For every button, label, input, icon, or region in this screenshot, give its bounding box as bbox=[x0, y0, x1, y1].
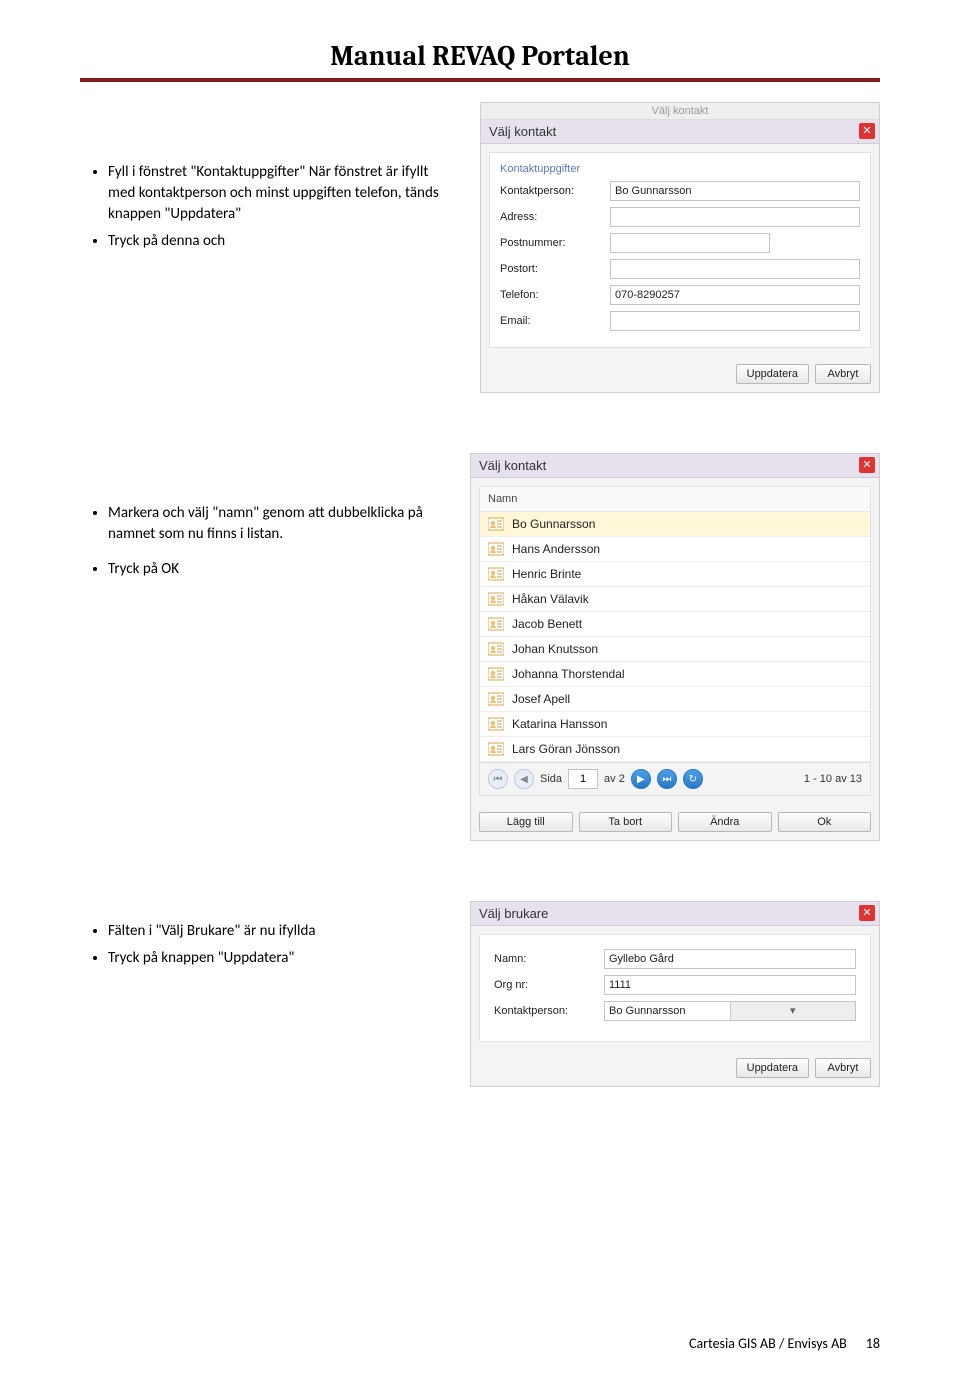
pager-range: 1 - 10 av 13 bbox=[804, 773, 862, 785]
close-icon[interactable]: ✕ bbox=[859, 905, 875, 921]
bullet: Tryck på denna och bbox=[108, 231, 450, 252]
ta-bort-button[interactable]: Ta bort bbox=[579, 812, 673, 832]
close-icon[interactable]: ✕ bbox=[859, 123, 875, 139]
pager-last-icon[interactable]: ⏭ bbox=[657, 769, 677, 789]
section2-instructions: Markera och välj "namn" genom att dubbel… bbox=[80, 453, 450, 841]
contact-card-icon bbox=[488, 742, 504, 756]
bullet: Markera och välj "namn" genom att dubbel… bbox=[108, 503, 440, 545]
contact-card-icon bbox=[488, 667, 504, 681]
contact-card-icon bbox=[488, 692, 504, 706]
bullet: Fälten i "Välj Brukare" är nu ifyllda bbox=[108, 921, 440, 942]
section1-instructions: Fyll i fönstret "Kontaktuppgifter" När f… bbox=[80, 112, 460, 393]
email-label: Email: bbox=[500, 315, 610, 327]
avbryt-button[interactable]: Avbryt bbox=[815, 364, 871, 384]
contact-name: Lars Göran Jönsson bbox=[512, 742, 620, 756]
contact-card-icon bbox=[488, 717, 504, 731]
kontaktperson-label: Kontaktperson: bbox=[494, 1005, 604, 1017]
title-divider bbox=[80, 78, 880, 82]
lagg-till-button[interactable]: Lägg till bbox=[479, 812, 573, 832]
orgnr-label: Org nr: bbox=[494, 979, 604, 991]
contact-name: Bo Gunnarsson bbox=[512, 517, 595, 531]
bullet: Tryck på knappen "Uppdatera" bbox=[108, 948, 440, 969]
page-footer: Cartesia GIS AB / Envisys AB 18 bbox=[689, 1335, 880, 1352]
kontaktperson-label: Kontaktperson: bbox=[500, 185, 610, 197]
pager-av-label: av 2 bbox=[604, 773, 625, 785]
pager-first-icon[interactable]: ⏮ bbox=[488, 769, 508, 789]
section3-instructions: Fälten i "Välj Brukare" är nu ifyllda Tr… bbox=[80, 901, 450, 975]
adress-label: Adress: bbox=[500, 211, 610, 223]
contact-list-row[interactable]: Lars Göran Jönsson bbox=[480, 737, 870, 762]
postort-label: Postort: bbox=[500, 263, 610, 275]
bullet: Tryck på OK bbox=[108, 559, 440, 580]
contact-list-row[interactable]: Bo Gunnarsson bbox=[480, 512, 870, 537]
pager-sida-label: Sida bbox=[540, 773, 562, 785]
dialog-title: Välj brukare bbox=[479, 906, 548, 921]
list-column-header: Namn bbox=[480, 487, 870, 512]
fieldset-legend: Kontaktuppgifter bbox=[500, 163, 860, 175]
andra-button[interactable]: Ändra bbox=[678, 812, 772, 832]
dialog-title-bar: Välj kontakt ✕ bbox=[481, 120, 879, 144]
email-input[interactable] bbox=[610, 311, 860, 331]
dialog-title-bar: Välj brukare ✕ bbox=[471, 902, 879, 926]
kontaktperson-input[interactable] bbox=[610, 181, 860, 201]
contact-card-icon bbox=[488, 642, 504, 656]
contact-name: Johan Knutsson bbox=[512, 642, 598, 656]
contact-list-row[interactable]: Katarina Hansson bbox=[480, 712, 870, 737]
contact-card-icon bbox=[488, 542, 504, 556]
contact-list-row[interactable]: Jacob Benett bbox=[480, 612, 870, 637]
avbryt-button[interactable]: Avbryt bbox=[815, 1058, 871, 1078]
contact-card-icon bbox=[488, 517, 504, 531]
brukare-dialog: Välj brukare ✕ Namn: Org nr: Kontaktpers… bbox=[470, 901, 880, 1087]
kontakt-dialog-list: Välj kontakt ✕ Namn Bo Gunnarsson Hans An… bbox=[470, 453, 880, 841]
close-icon[interactable]: ✕ bbox=[859, 457, 875, 473]
dialog-title-bar: Välj kontakt ✕ bbox=[471, 454, 879, 478]
namn-label: Namn: bbox=[494, 953, 604, 965]
bullet: Fyll i fönstret "Kontaktuppgifter" När f… bbox=[108, 162, 450, 225]
telefon-input[interactable] bbox=[610, 285, 860, 305]
contact-name: Håkan Välavik bbox=[512, 592, 589, 606]
contact-list-row[interactable]: Hans Andersson bbox=[480, 537, 870, 562]
contact-card-icon bbox=[488, 567, 504, 581]
contact-name: Hans Andersson bbox=[512, 542, 600, 556]
contact-name: Henric Brinte bbox=[512, 567, 581, 581]
contact-list-row[interactable]: Josef Apell bbox=[480, 687, 870, 712]
adress-input[interactable] bbox=[610, 207, 860, 227]
contact-list-row[interactable]: Johan Knutsson bbox=[480, 637, 870, 662]
orgnr-input[interactable] bbox=[604, 975, 856, 995]
kontakt-dialog-edit: Välj kontakt Välj kontakt ✕ Kontaktuppgi… bbox=[480, 102, 880, 393]
contact-list-row[interactable]: Johanna Thorstendal bbox=[480, 662, 870, 687]
contact-list-row[interactable]: Håkan Välavik bbox=[480, 587, 870, 612]
contact-name: Johanna Thorstendal bbox=[512, 667, 625, 681]
contact-name: Katarina Hansson bbox=[512, 717, 607, 731]
uppdatera-button[interactable]: Uppdatera bbox=[736, 364, 809, 384]
kontaktperson-select[interactable]: Bo Gunnarsson ▾ bbox=[604, 1001, 856, 1021]
pager-page-input[interactable] bbox=[568, 769, 598, 789]
postnummer-label: Postnummer: bbox=[500, 237, 610, 249]
dialog-title: Välj kontakt bbox=[489, 124, 556, 139]
postort-input[interactable] bbox=[610, 259, 860, 279]
postnummer-input[interactable] bbox=[610, 233, 770, 253]
contact-list-row[interactable]: Henric Brinte bbox=[480, 562, 870, 587]
pager: ⏮ ◀ Sida av 2 ▶ ⏭ ↻ 1 - 10 av 13 bbox=[480, 762, 870, 795]
select-value: Bo Gunnarsson bbox=[605, 1005, 730, 1017]
pager-next-icon[interactable]: ▶ bbox=[631, 769, 651, 789]
namn-input[interactable] bbox=[604, 949, 856, 969]
contact-card-icon bbox=[488, 617, 504, 631]
ghost-header: Välj kontakt bbox=[481, 103, 879, 120]
contact-card-icon bbox=[488, 592, 504, 606]
uppdatera-button[interactable]: Uppdatera bbox=[736, 1058, 809, 1078]
contact-name: Jacob Benett bbox=[512, 617, 582, 631]
dialog-title: Välj kontakt bbox=[479, 458, 546, 473]
contact-name: Josef Apell bbox=[512, 692, 570, 706]
page-title: Manual REVAQ Portalen bbox=[80, 40, 880, 72]
pager-prev-icon[interactable]: ◀ bbox=[514, 769, 534, 789]
telefon-label: Telefon: bbox=[500, 289, 610, 301]
ok-button[interactable]: Ok bbox=[778, 812, 872, 832]
chevron-down-icon: ▾ bbox=[730, 1002, 856, 1020]
pager-refresh-icon[interactable]: ↻ bbox=[683, 769, 703, 789]
